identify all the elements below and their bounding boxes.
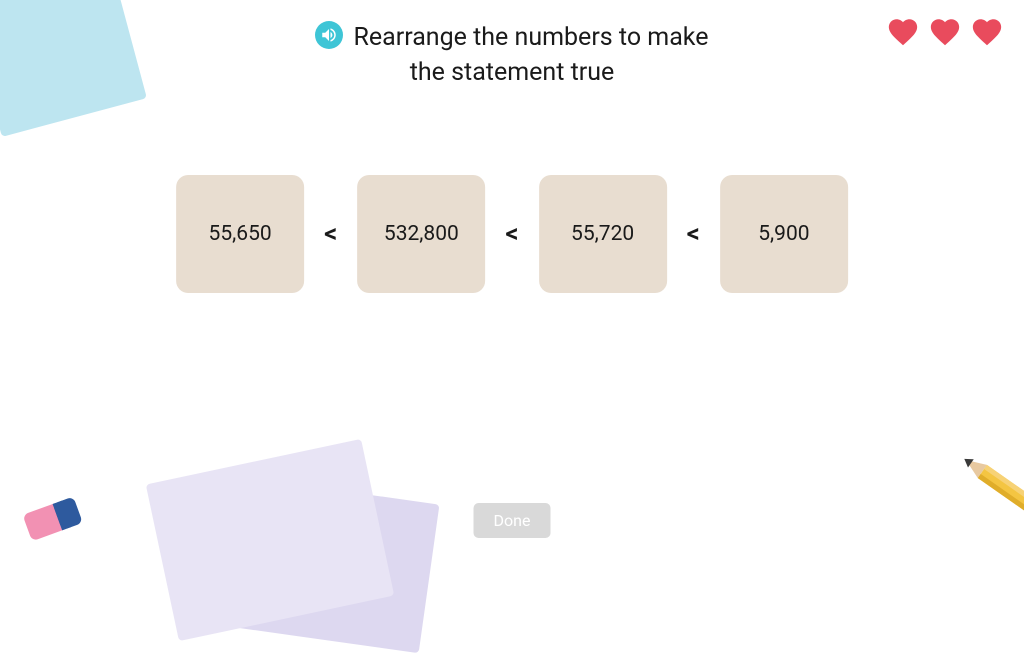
number-tile[interactable]: 5,900 (720, 175, 848, 293)
done-button[interactable]: Done (474, 503, 551, 538)
number-tile[interactable]: 532,800 (357, 175, 485, 293)
number-tile[interactable]: 55,720 (539, 175, 667, 293)
instruction-line1: Rearrange the numbers to make (353, 23, 708, 52)
audio-icon[interactable] (315, 21, 343, 49)
heart-icon (928, 15, 962, 47)
less-than-symbol: < (322, 219, 339, 249)
less-than-symbol: < (685, 219, 702, 249)
heart-icon (970, 15, 1004, 47)
instruction-text: Rearrange the numbers to make the statem… (262, 20, 762, 90)
hearts-container (886, 15, 1004, 47)
heart-icon (886, 15, 920, 47)
eraser-icon (15, 490, 90, 545)
number-tile[interactable]: 55,650 (176, 175, 304, 293)
pencil-icon (948, 439, 1024, 525)
instruction-line2: the statement true (410, 58, 615, 87)
less-than-symbol: < (503, 219, 520, 249)
tiles-row: 55,650 < 532,800 < 55,720 < 5,900 (176, 175, 848, 293)
blue-paper-decoration (0, 0, 147, 137)
